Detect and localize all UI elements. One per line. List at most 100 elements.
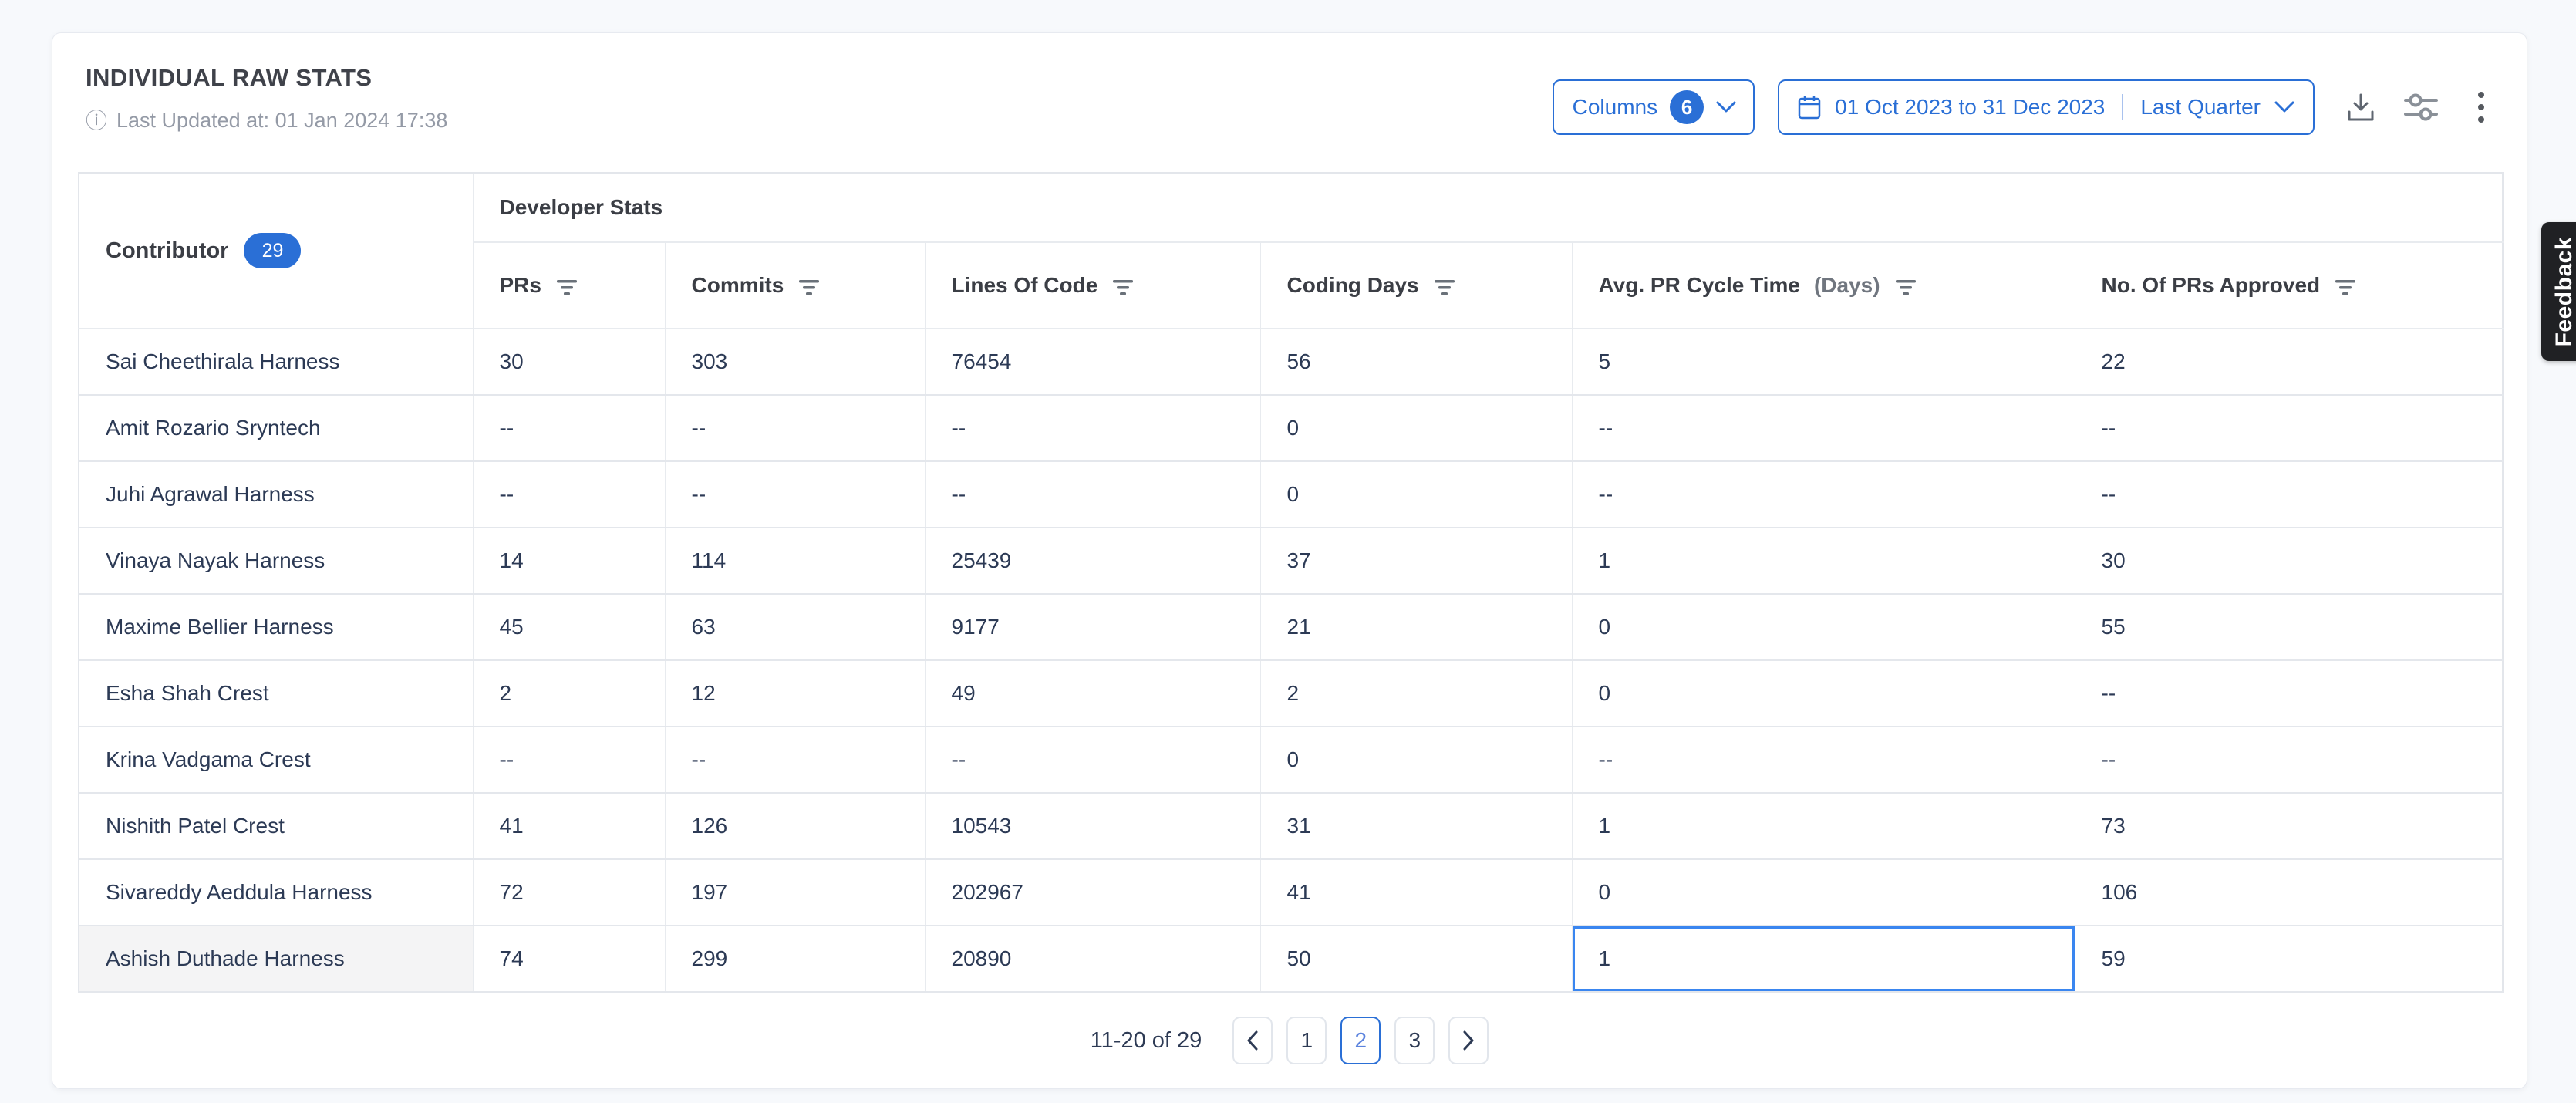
- stat-cell[interactable]: 2: [473, 660, 665, 727]
- stat-cell[interactable]: 0: [1572, 594, 2075, 660]
- stat-cell[interactable]: 20890: [925, 926, 1260, 992]
- filter-settings-button[interactable]: [2401, 87, 2441, 127]
- date-divider: [2122, 94, 2123, 120]
- stat-cell[interactable]: 0: [1260, 461, 1572, 528]
- stat-cell[interactable]: --: [1572, 727, 2075, 793]
- filter-icon[interactable]: [2334, 278, 2357, 295]
- next-page-button[interactable]: [1448, 1017, 1489, 1064]
- info-icon[interactable]: ⓘ: [86, 110, 107, 132]
- page-title: INDIVIDUAL RAW STATS: [86, 64, 447, 92]
- stat-cell[interactable]: --: [925, 727, 1260, 793]
- stat-cell[interactable]: 25439: [925, 528, 1260, 594]
- panel-header-left: INDIVIDUAL RAW STATS ⓘ Last Updated at: …: [86, 64, 447, 133]
- stat-cell[interactable]: 0: [1572, 660, 2075, 727]
- contributor-cell[interactable]: Amit Rozario Sryntech: [79, 395, 473, 461]
- contributor-cell[interactable]: Ashish Duthade Harness: [79, 926, 473, 992]
- stat-cell[interactable]: 74: [473, 926, 665, 992]
- contributor-cell[interactable]: Sivareddy Aeddula Harness: [79, 859, 473, 926]
- contributor-cell[interactable]: Juhi Agrawal Harness: [79, 461, 473, 528]
- more-options-button[interactable]: [2461, 87, 2501, 127]
- stat-cell[interactable]: 1: [1572, 926, 2075, 992]
- contributor-cell[interactable]: Krina Vadgama Crest: [79, 727, 473, 793]
- stat-cell[interactable]: --: [665, 727, 925, 793]
- table-row: Vinaya Nayak Harness141142543937130: [79, 528, 2503, 594]
- previous-page-button[interactable]: [1232, 1017, 1273, 1064]
- stat-cell[interactable]: 14: [473, 528, 665, 594]
- contributor-cell[interactable]: Vinaya Nayak Harness: [79, 528, 473, 594]
- stat-cell[interactable]: 2: [1260, 660, 1572, 727]
- stat-cell[interactable]: 63: [665, 594, 925, 660]
- stat-cell[interactable]: 0: [1260, 395, 1572, 461]
- contributor-cell[interactable]: Esha Shah Crest: [79, 660, 473, 727]
- columns-dropdown-button[interactable]: Columns 6: [1553, 79, 1755, 135]
- stat-cell[interactable]: --: [1572, 461, 2075, 528]
- stat-cell[interactable]: 22: [2075, 329, 2503, 395]
- stat-cell[interactable]: 41: [1260, 859, 1572, 926]
- stat-cell[interactable]: 202967: [925, 859, 1260, 926]
- stat-cell[interactable]: 37: [1260, 528, 1572, 594]
- filter-icon[interactable]: [1111, 278, 1135, 295]
- page-button[interactable]: 2: [1340, 1017, 1381, 1064]
- stat-cell[interactable]: 41: [473, 793, 665, 859]
- stat-cell[interactable]: 9177: [925, 594, 1260, 660]
- stat-cell[interactable]: --: [473, 461, 665, 528]
- page-button[interactable]: 1: [1286, 1017, 1327, 1064]
- feedback-tab[interactable]: Feedback: [2541, 222, 2576, 361]
- filter-icon[interactable]: [1433, 278, 1456, 295]
- stat-cell[interactable]: 50: [1260, 926, 1572, 992]
- stat-cell[interactable]: 303: [665, 329, 925, 395]
- stat-cell[interactable]: 30: [2075, 528, 2503, 594]
- page-button[interactable]: 3: [1394, 1017, 1435, 1064]
- panel-header: INDIVIDUAL RAW STATS ⓘ Last Updated at: …: [52, 33, 2527, 172]
- stat-cell[interactable]: 299: [665, 926, 925, 992]
- stat-cell[interactable]: --: [665, 395, 925, 461]
- stat-cell[interactable]: 73: [2075, 793, 2503, 859]
- stat-cell[interactable]: 49: [925, 660, 1260, 727]
- download-button[interactable]: [2341, 87, 2381, 127]
- stat-cell[interactable]: 55: [2075, 594, 2503, 660]
- date-range-button[interactable]: 01 Oct 2023 to 31 Dec 2023 Last Quarter: [1778, 79, 2315, 135]
- stat-cell[interactable]: 21: [1260, 594, 1572, 660]
- stat-cell[interactable]: --: [2075, 461, 2503, 528]
- stat-cell[interactable]: 197: [665, 859, 925, 926]
- filter-icon[interactable]: [797, 278, 821, 295]
- stats-table-container: Contributor 29 Developer Stats PRsCommit…: [52, 172, 2527, 993]
- table-row: Sai Cheethirala Harness303037645456522: [79, 329, 2503, 395]
- stat-cell[interactable]: --: [925, 461, 1260, 528]
- stat-cell[interactable]: 106: [2075, 859, 2503, 926]
- stat-cell[interactable]: 45: [473, 594, 665, 660]
- stat-cell[interactable]: 114: [665, 528, 925, 594]
- stat-cell[interactable]: --: [473, 395, 665, 461]
- stat-cell[interactable]: 10543: [925, 793, 1260, 859]
- stat-cell[interactable]: --: [925, 395, 1260, 461]
- stat-cell[interactable]: 59: [2075, 926, 2503, 992]
- individual-raw-stats-panel: INDIVIDUAL RAW STATS ⓘ Last Updated at: …: [52, 32, 2527, 1089]
- contributor-cell[interactable]: Sai Cheethirala Harness: [79, 329, 473, 395]
- stat-cell[interactable]: --: [1572, 395, 2075, 461]
- stat-cell[interactable]: --: [2075, 395, 2503, 461]
- stat-cell[interactable]: 56: [1260, 329, 1572, 395]
- download-icon: [2345, 90, 2377, 124]
- stat-cell[interactable]: 76454: [925, 329, 1260, 395]
- stat-cell[interactable]: --: [665, 461, 925, 528]
- stat-cell[interactable]: --: [2075, 727, 2503, 793]
- stat-cell[interactable]: 5: [1572, 329, 2075, 395]
- stat-cell[interactable]: 12: [665, 660, 925, 727]
- sliders-icon: [2402, 91, 2439, 123]
- stat-cell[interactable]: 1: [1572, 528, 2075, 594]
- stat-cell[interactable]: 31: [1260, 793, 1572, 859]
- stat-cell[interactable]: 0: [1572, 859, 2075, 926]
- stat-cell[interactable]: 126: [665, 793, 925, 859]
- chevron-right-icon: [1462, 1030, 1475, 1051]
- stat-cell[interactable]: --: [473, 727, 665, 793]
- filter-icon[interactable]: [555, 278, 578, 295]
- stat-cell[interactable]: 0: [1260, 727, 1572, 793]
- contributor-cell[interactable]: Maxime Bellier Harness: [79, 594, 473, 660]
- stat-cell[interactable]: 30: [473, 329, 665, 395]
- stat-cell[interactable]: 72: [473, 859, 665, 926]
- stat-cell[interactable]: --: [2075, 660, 2503, 727]
- filter-icon[interactable]: [1894, 278, 1917, 295]
- contributor-cell[interactable]: Nishith Patel Crest: [79, 793, 473, 859]
- column-header-cell: Lines Of Code: [925, 242, 1260, 329]
- stat-cell[interactable]: 1: [1572, 793, 2075, 859]
